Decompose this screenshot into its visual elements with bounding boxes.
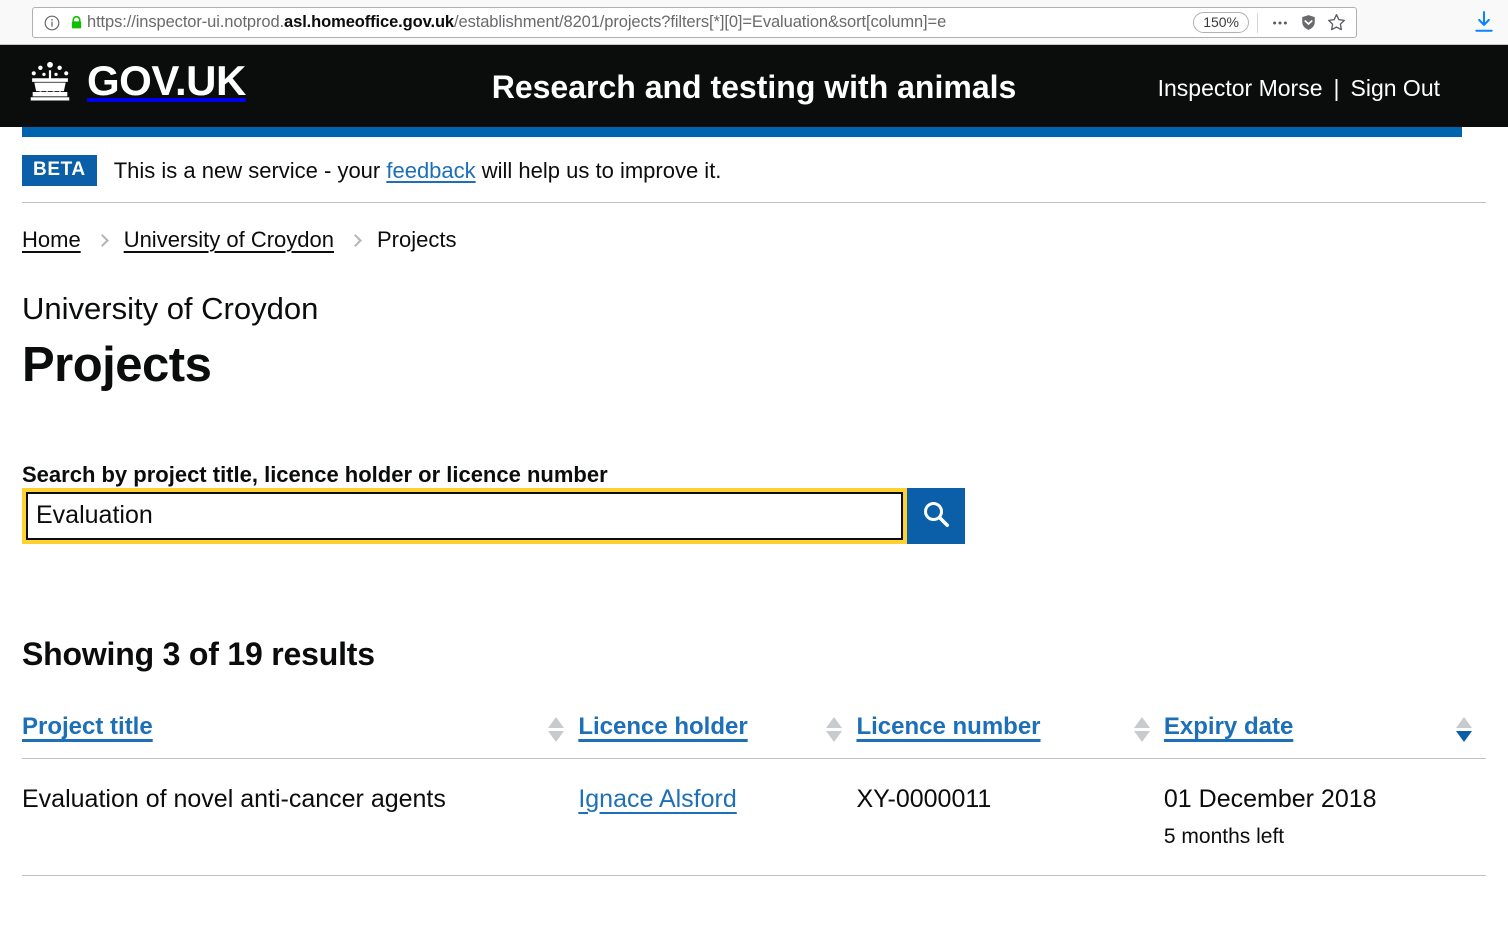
cell-licence-holder: Ignace Alsford (578, 758, 857, 876)
sign-out-link[interactable]: Sign Out (1351, 75, 1441, 102)
govuk-wordmark: GOV.UK (87, 57, 246, 104)
info-circle-icon[interactable] (39, 13, 65, 33)
search-label: Search by project title, licence holder … (22, 461, 608, 487)
cell-project-title: Evaluation of novel anti-cancer agents (22, 758, 579, 876)
sort-ascending-icon[interactable] (548, 716, 565, 728)
main-content: Home University of Croydon Projects Univ… (22, 203, 1486, 876)
column-header-project-title[interactable]: Project title (22, 712, 579, 759)
feedback-link[interactable]: feedback (386, 158, 475, 183)
govuk-header: GOV.UK Research and testing with animals… (0, 45, 1508, 127)
beta-badge: BETA (22, 155, 97, 186)
search-row (22, 487, 965, 544)
sort-link-project-title[interactable]: Project title (22, 713, 153, 741)
search-focus-ring (22, 487, 907, 544)
download-arrow-icon[interactable] (1470, 8, 1498, 36)
phase-text-before: This is a new service - your (113, 157, 387, 183)
govuk-logo-link[interactable]: GOV.UK (22, 59, 246, 103)
search-block: Search by project title, licence holder … (22, 462, 1486, 544)
page-title: Projects (22, 338, 212, 393)
star-icon[interactable] (1322, 11, 1350, 35)
search-input[interactable] (26, 491, 903, 540)
cell-expiry-date: 01 December 2018 5 months left (1163, 758, 1486, 876)
licence-holder-link[interactable]: Ignace Alsford (578, 785, 736, 813)
cell-licence-number: XY-0000011 (856, 758, 1164, 876)
chevron-right-icon (95, 233, 109, 247)
page-caption: University of Croydon (22, 291, 319, 326)
column-header-expiry-date[interactable]: Expiry date (1163, 712, 1486, 759)
breadcrumb-item-establishment[interactable]: University of Croydon (124, 227, 334, 253)
sort-ascending-icon[interactable] (1133, 716, 1150, 728)
sort-descending-icon[interactable] (1133, 730, 1150, 742)
table-head: Project title Licence holder Licence num… (22, 712, 1486, 759)
sort-link-licence-number[interactable]: Licence number (856, 713, 1040, 741)
user-name: Inspector Morse (1157, 75, 1323, 101)
nav-separator: | (1333, 75, 1340, 101)
sort-ascending-icon[interactable] (1456, 716, 1472, 728)
sort-arrows-licence-number[interactable] (1133, 713, 1150, 742)
phase-text-after: will help us to improve it. (475, 157, 722, 183)
zoom-level-badge[interactable]: 150% (1193, 12, 1249, 33)
column-header-licence-holder[interactable]: Licence holder (578, 712, 857, 759)
sort-descending-icon[interactable] (826, 730, 843, 742)
column-header-licence-number[interactable]: Licence number (856, 712, 1164, 759)
sort-descending-icon[interactable] (548, 730, 565, 742)
chrome-divider (1257, 12, 1258, 33)
sort-arrows-project-title[interactable] (548, 713, 565, 742)
expiry-remaining-value: 5 months left (1163, 824, 1285, 848)
crown-icon (22, 59, 78, 103)
table-header-row: Project title Licence holder Licence num… (22, 712, 1486, 759)
breadcrumb-item-home[interactable]: Home (22, 227, 81, 253)
phase-banner: BETA This is a new service - your feedba… (22, 137, 1486, 203)
sort-link-expiry-date[interactable]: Expiry date (1164, 713, 1293, 741)
sort-arrows-licence-holder[interactable] (826, 713, 843, 742)
search-submit-button[interactable] (907, 487, 965, 544)
breadcrumb: Home University of Croydon Projects (22, 203, 1486, 253)
breadcrumb-item-current: Projects (377, 227, 457, 252)
ellipsis-icon[interactable] (1266, 11, 1294, 35)
search-icon (921, 499, 951, 532)
sort-link-licence-holder[interactable]: Licence holder (578, 713, 747, 741)
header-account-nav: Inspector Morse | Sign Out (1158, 75, 1440, 102)
browser-chrome: https://inspector-ui.notprod.asl.homeoff… (0, 0, 1508, 45)
projects-table: Project title Licence holder Licence num… (22, 712, 1486, 876)
table-row: Evaluation of novel anti-cancer agents I… (22, 758, 1486, 876)
shield-icon[interactable] (1294, 11, 1322, 35)
sort-descending-icon[interactable] (1456, 730, 1472, 742)
chevron-right-icon (349, 233, 362, 247)
sort-ascending-icon[interactable] (826, 716, 843, 728)
expiry-date-value: 01 December 2018 (1163, 784, 1377, 813)
address-bar[interactable]: https://inspector-ui.notprod.asl.homeoff… (32, 7, 1357, 38)
service-accent-bar (22, 127, 1462, 137)
results-count: Showing 3 of 19 results (22, 635, 375, 672)
phase-banner-text: This is a new service - your feedback wi… (114, 158, 722, 184)
table-body: Evaluation of novel anti-cancer agents I… (22, 758, 1486, 876)
sort-arrows-expiry-date[interactable] (1456, 713, 1472, 742)
url-text[interactable]: https://inspector-ui.notprod.asl.homeoff… (87, 13, 1193, 32)
padlock-icon[interactable] (65, 13, 87, 33)
